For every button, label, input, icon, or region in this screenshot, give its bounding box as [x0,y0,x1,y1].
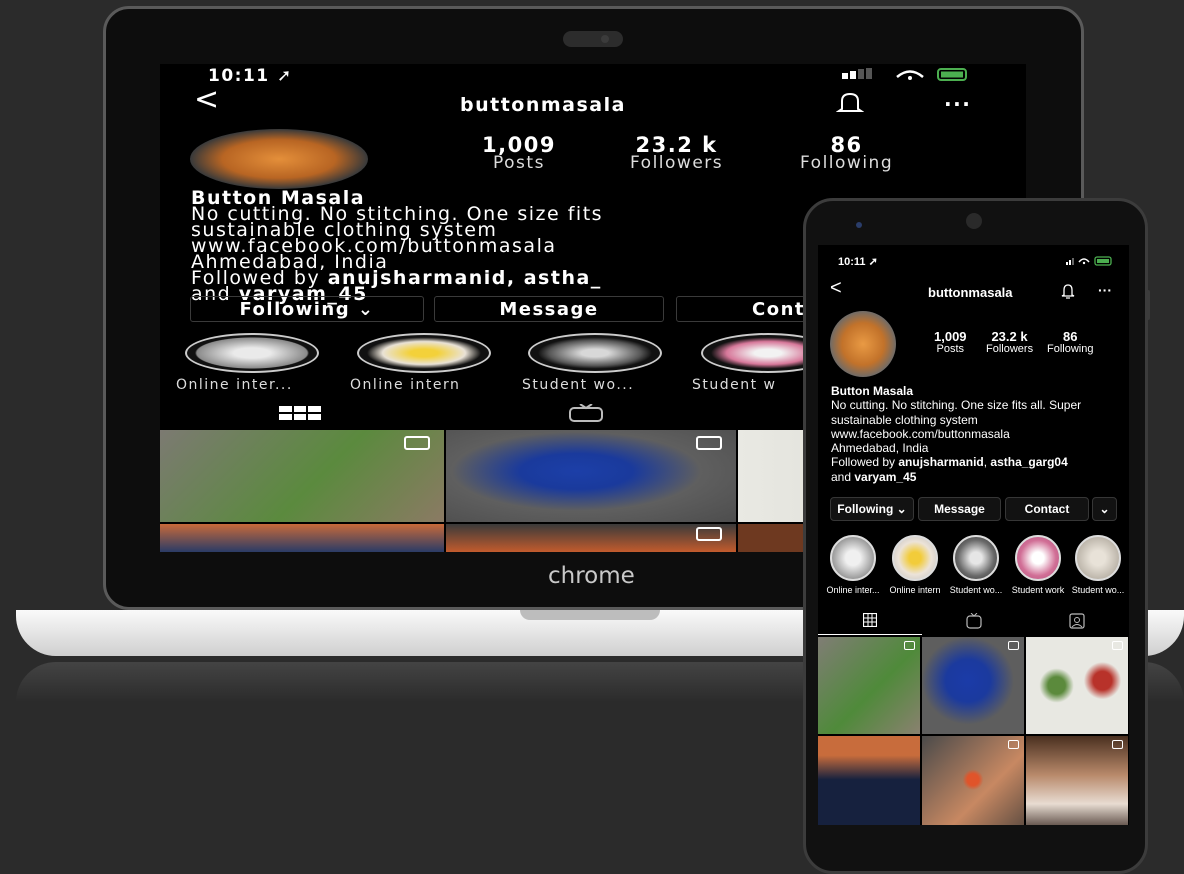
phone-highlight-5[interactable] [1075,535,1121,581]
phone-highlight-label-3: Student wo... [949,585,1003,595]
phone-bio-followed-by-2[interactable]: and varyam_45 [831,470,1081,484]
phone-bio-link[interactable]: www.facebook.com/buttonmasala [831,427,1081,441]
grid-photo-1[interactable] [160,430,444,522]
phone-grid-photo-5[interactable] [922,736,1024,825]
phone-following-button[interactable]: Following ⌄ [830,497,914,521]
phone-suggested-dropdown-button[interactable]: ⌄ [1092,497,1117,521]
phone-stat-posts[interactable]: 1,009 Posts [934,330,967,356]
highlight-1[interactable] [185,333,319,373]
phone-status-time: 10:11 ➚ [838,256,878,268]
phone-profile-bio: Button Masala No cutting. No stitching. … [831,384,1081,484]
phone-igtv-icon[interactable] [966,613,982,629]
location-arrow-icon: ➚ [277,66,293,86]
phone-highlight-label-1: Online inter... [826,585,880,595]
phone-grid-photo-1[interactable] [818,637,920,734]
multiple-posts-icon [1112,641,1123,650]
multiple-posts-icon [904,641,915,650]
phone-back-button[interactable]: < [830,277,842,300]
signal-wifi-battery-icon [842,68,967,81]
multiple-posts-icon [1008,641,1019,650]
phone-contact-button[interactable]: Contact [1005,497,1089,521]
status-time: 10:11 ➚ [208,66,293,86]
highlight-2[interactable] [357,333,491,373]
phone-highlight-label-5: Student wo... [1071,585,1125,595]
location-arrow-icon: ➚ [865,256,878,268]
phone-bio-followed-by[interactable]: Followed by anujsharmanid, astha_garg04 [831,455,1081,469]
laptop-brand-label: chrome [548,563,635,589]
phone-screen: 10:11 ➚ < buttonmasala ··· 1,009 Posts 23… [818,245,1129,825]
grid-icon[interactable] [279,406,321,420]
grid-photo-2[interactable] [446,430,736,522]
highlight-label-4: Student w [692,377,777,393]
grid-photo-4[interactable] [160,524,444,552]
multiple-posts-icon [1112,740,1123,749]
phone-highlight-label-2: Online intern [889,585,941,595]
multiple-posts-icon [696,527,722,541]
highlight-label-3: Student wo... [522,377,635,393]
phone-tagged-icon[interactable] [1069,613,1085,629]
highlight-label-2: Online intern [350,377,461,393]
laptop-hinge-notch [520,610,660,620]
phone-bio-location: Ahmedabad, India [831,441,929,456]
bell-icon[interactable] [836,92,864,114]
phone-side-button [1145,290,1150,320]
laptop-camera [563,31,623,47]
phone-more-options-icon[interactable]: ··· [1098,282,1112,298]
more-options-icon[interactable]: ··· [944,92,971,116]
phone-bell-icon[interactable] [1061,284,1075,299]
phone-front-camera [856,222,862,228]
profile-username: buttonmasala [460,94,626,116]
phone-grid-photo-4[interactable] [818,736,920,825]
phone-bio-line-1: No cutting. No stitching. One size fits … [831,398,1082,413]
phone-highlight-2[interactable] [892,535,938,581]
message-button[interactable]: Message [434,296,664,322]
highlight-3[interactable] [528,333,662,373]
igtv-icon[interactable] [568,404,604,422]
stat-followers[interactable]: 23.2 k Followers [630,135,723,173]
stat-following[interactable]: 86 Following [800,135,893,173]
phone-highlight-4[interactable] [1015,535,1061,581]
phone-profile-avatar[interactable] [830,311,896,377]
multiple-posts-icon [696,436,722,450]
phone-status-icons [1066,256,1112,266]
phone-bio-name: Button Masala [831,384,914,398]
phone-highlight-3[interactable] [953,535,999,581]
phone-speaker [966,213,982,229]
grid-photo-5[interactable] [446,524,736,552]
phone-active-tab-indicator [818,634,922,635]
phone-profile-username: buttonmasala [928,285,1013,300]
multiple-posts-icon [1008,740,1019,749]
stat-posts[interactable]: 1,009 Posts [482,135,556,173]
phone-stat-followers[interactable]: 23.2 k Followers [986,330,1033,356]
phone-highlight-1[interactable] [830,535,876,581]
phone-grid-icon[interactable] [863,613,877,627]
chevron-down-icon: ⌄ [893,502,907,516]
phone-highlight-label-4: Student work [1011,585,1065,595]
phone-stat-following[interactable]: 86 Following [1047,330,1093,356]
phone-bio-line-2: sustainable clothing system [831,412,978,427]
multiple-posts-icon [404,436,430,450]
back-button[interactable]: < [194,82,221,117]
phone-grid-photo-2[interactable] [922,637,1024,734]
profile-bio: Button Masala No cutting. No stitching. … [191,189,603,304]
phone-message-button[interactable]: Message [918,497,1001,521]
status-icons [842,68,992,86]
following-button[interactable]: Following ⌄ [190,296,424,322]
profile-avatar[interactable] [190,129,368,189]
chevron-down-icon: ⌄ [1099,502,1110,516]
phone-grid-photo-6[interactable] [1026,736,1128,825]
highlight-label-1: Online inter... [176,377,293,393]
chevron-down-icon: ⌄ [357,299,375,320]
phone-grid-photo-3[interactable] [1026,637,1128,734]
